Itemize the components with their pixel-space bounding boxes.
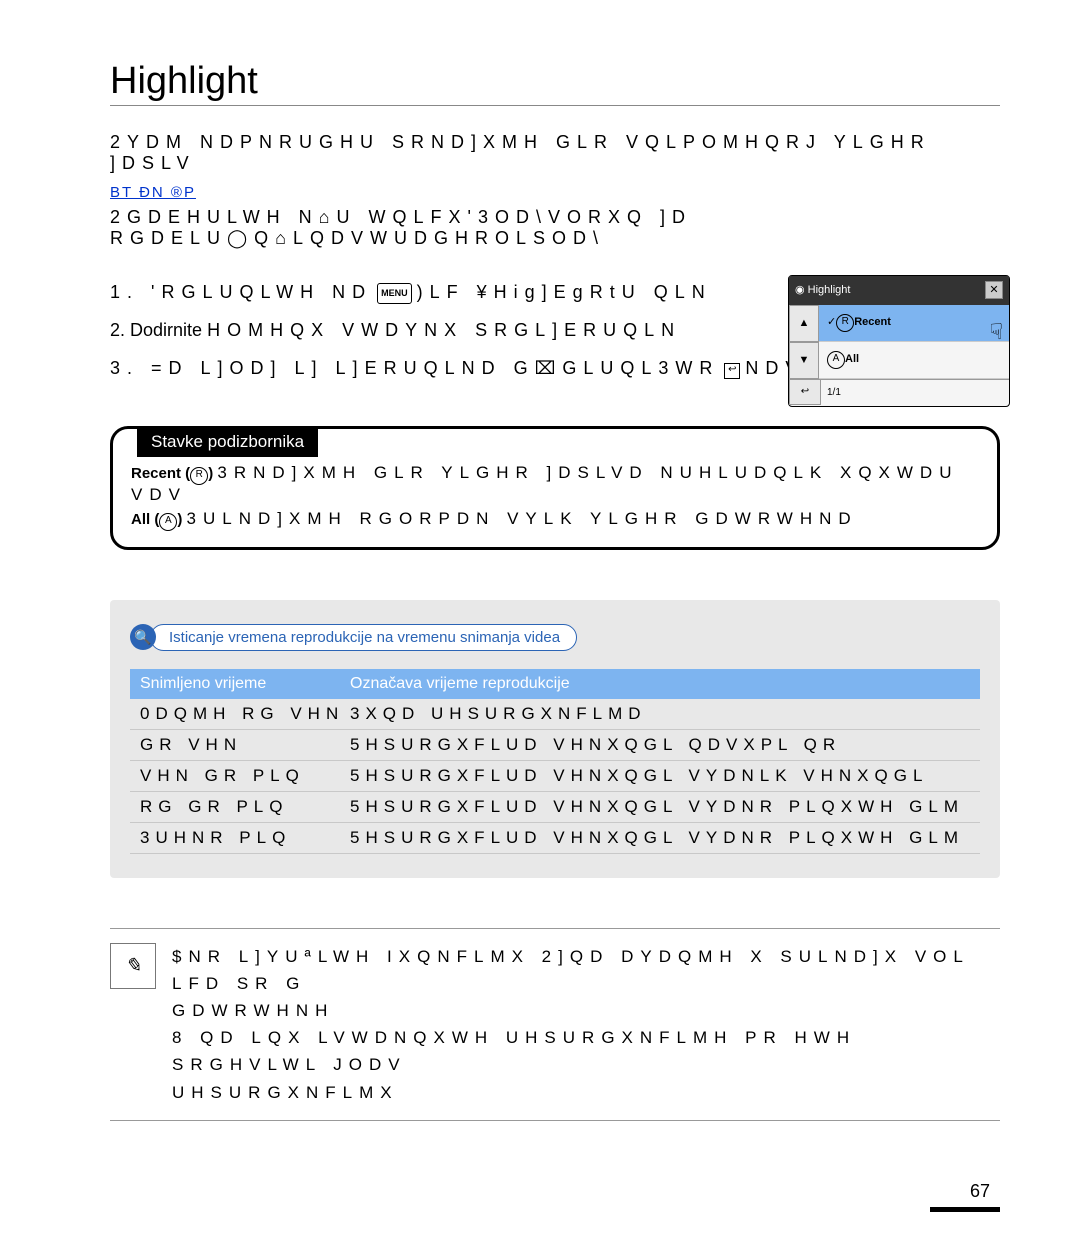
device-screenshot: ◉ Highlight ✕ ▲ ▼ ✓ R Recent ☟ A All	[788, 275, 1010, 407]
submenu-title: Stavke podizbornika	[137, 427, 318, 457]
table-row: VHN GR PLQ5HSURGXFLUD VHNXQGL VYDNLK VHN…	[130, 761, 980, 792]
page-indicator: 1/1	[821, 379, 1009, 405]
note-line-2: 8 QD LQX LVWDNQXWH UHSURGXNFLMH PR HWH S…	[172, 1024, 1000, 1078]
table-header: Snimljeno vrijeme Označava vrijeme repro…	[130, 669, 980, 699]
page-title: Highlight	[110, 60, 258, 102]
cell-recorded: VHN GR PLQ	[140, 766, 350, 786]
table-row: 3UHNR PLQ5HSURGXFLUD VHNXQGL VYDNR PLQXW…	[130, 823, 980, 854]
note-line-1: $NR L]YUªLWH IXQNFLMX 2]QD DYDQMH X SULN…	[172, 943, 1000, 997]
step-2-text: HOMHQX VWDYNX SRGL]ERUQLN	[207, 320, 681, 340]
all-label: All (	[131, 511, 159, 528]
cell-playback: 3XQD UHSURGXNFLMD	[350, 704, 647, 724]
note-section: ✎ $NR L]YUªLWH IXQNFLMX 2]QD DYDQMH X SU…	[110, 928, 1000, 1121]
return-icon: ↩	[724, 363, 740, 379]
scroll-down-button[interactable]: ▼	[789, 342, 819, 379]
table-row: 0DQMH RG VHN3XQD UHSURGXNFLMD	[130, 699, 980, 730]
paragraph-2: 2GDEHULWH N⌂U WQLFX'3OD\VORXQ ]D RGDELU◯…	[110, 207, 1000, 249]
reference-link[interactable]: BT ÐN ®P	[110, 184, 196, 201]
close-icon[interactable]: ✕	[985, 281, 1003, 299]
cell-recorded: 0DQMH RG VHN	[140, 704, 350, 724]
scroll-up-button[interactable]: ▲	[789, 305, 819, 342]
note-icon: ✎	[110, 943, 156, 989]
playback-caption: Isticanje vremena reprodukcije na vremen…	[150, 624, 577, 651]
step-1-text-a: 1. 'RGLUQLWH ND	[110, 282, 372, 302]
intro-text: 2YDM NDPNRUGHU SRND]XMH GLR VQLPOMHQRJ Y…	[110, 132, 1000, 174]
all-desc: 3ULND]XMH RGORPDN VYLK YLGHR GDWRWHND	[187, 509, 858, 528]
th-playback: Označava vrijeme reprodukcije	[350, 675, 570, 693]
recent-badge-icon: R	[190, 467, 208, 485]
step-1-text-b: )LF ¥Hig]EgRtU QLN	[417, 282, 712, 302]
note-line-2b: UHSURGXNFLMX	[172, 1079, 1000, 1106]
th-recorded: Snimljeno vrijeme	[140, 675, 350, 693]
step-2-prefix: 2. Dodirnite	[110, 320, 202, 340]
ss-title: ◉ Highlight	[795, 280, 850, 301]
table-row: GR VHN5HSURGXFLUD VHNXQGL QDVXPL QR	[130, 730, 980, 761]
search-icon: 🔍	[130, 624, 156, 650]
note-line-1b: GDWRWHNH	[172, 997, 1000, 1024]
back-button[interactable]: ↩	[789, 379, 821, 405]
cell-playback: 5HSURGXFLUD VHNXQGL VYDNLK VHNXQGL	[350, 766, 928, 786]
cell-playback: 5HSURGXFLUD VHNXQGL QDVXPL QR	[350, 735, 841, 755]
table-row: RG GR PLQ5HSURGXFLUD VHNXQGL VYDNR PLQXW…	[130, 792, 980, 823]
all-badge-icon: A	[159, 513, 177, 531]
playback-table-box: 🔍 Isticanje vremena reprodukcije na vrem…	[110, 600, 1000, 878]
cell-recorded: 3UHNR PLQ	[140, 828, 350, 848]
option-recent[interactable]: ✓ R Recent ☟	[819, 305, 1009, 342]
cell-recorded: GR VHN	[140, 735, 350, 755]
cell-playback: 5HSURGXFLUD VHNXQGL VYDNR PLQXWH GLM	[350, 797, 964, 817]
recent-desc: 3RND]XMH GLR YLGHR ]DSLVD NUHLUDQLK XQXW…	[131, 463, 958, 504]
step-3-text-a: 3. =D L]OD] L] L]ERUQLND G⌧GLUQL3WR	[110, 358, 719, 378]
option-all[interactable]: A All	[819, 342, 1009, 379]
menu-button-icon: MENU	[377, 283, 412, 304]
steps-list: 1. 'RGLUQLWH ND MENU )LF ¥Hig]EgRtU QLN …	[110, 275, 1000, 386]
recent-label: Recent (	[131, 465, 190, 482]
cell-playback: 5HSURGXFLUD VHNXQGL VYDNR PLQXWH GLM	[350, 828, 964, 848]
submenu-callout: Stavke podizbornika Recent (R) 3RND]XMH …	[110, 426, 1000, 550]
page-number: 67	[110, 1181, 1000, 1202]
cell-recorded: RG GR PLQ	[140, 797, 350, 817]
